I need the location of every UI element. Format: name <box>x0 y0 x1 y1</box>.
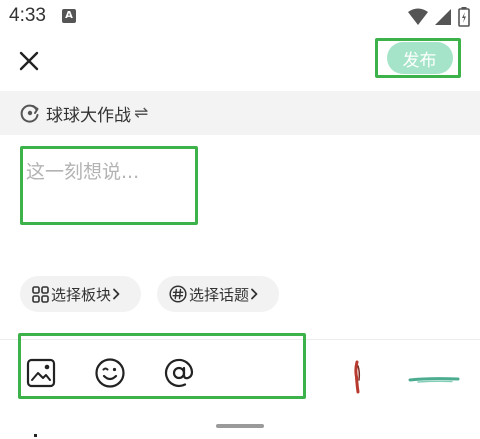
image-icon <box>26 358 56 388</box>
game-name: 球球大作战 <box>46 105 131 126</box>
notification-a-icon: A <box>62 9 76 23</box>
publish-button-highlight: 发布 <box>375 38 461 78</box>
post-text-highlight <box>20 146 198 225</box>
mention-button[interactable] <box>162 356 196 390</box>
insert-emoji-button[interactable] <box>93 356 127 390</box>
close-icon <box>19 51 39 71</box>
decorative-figure <box>352 360 364 398</box>
status-bar: 4:33 A <box>0 0 480 34</box>
header-bar: 发布 <box>0 34 480 88</box>
refresh-circle-icon <box>20 103 40 123</box>
gesture-nav-handle[interactable] <box>216 424 264 428</box>
status-icons <box>408 7 470 31</box>
chevron-right-icon <box>250 288 258 300</box>
battery-icon <box>458 7 470 31</box>
media-toolbar <box>18 333 306 399</box>
select-topic-label: 选择话题 <box>189 285 250 304</box>
wifi-icon <box>408 8 428 30</box>
emoji-icon <box>95 358 125 388</box>
status-time: 4:33 <box>9 5 46 26</box>
hashtag-icon <box>169 285 187 303</box>
close-button[interactable] <box>14 46 44 76</box>
game-selector[interactable]: 球球大作战 ⇌ <box>0 91 480 135</box>
publish-button[interactable]: 发布 <box>386 42 453 74</box>
grid-icon <box>32 285 49 303</box>
corner-mark <box>34 434 37 437</box>
at-mention-icon <box>164 358 194 388</box>
cellular-signal-icon <box>434 8 452 30</box>
select-topic-chip[interactable]: 选择话题 <box>157 276 279 312</box>
select-board-chip[interactable]: 选择板块 <box>20 276 141 312</box>
post-text-input[interactable] <box>26 157 192 201</box>
select-board-label: 选择板块 <box>51 285 112 304</box>
swap-icon: ⇌ <box>134 103 149 123</box>
insert-image-button[interactable] <box>24 356 58 390</box>
chevron-right-icon <box>112 288 120 300</box>
decorative-brush-stroke <box>408 370 460 389</box>
